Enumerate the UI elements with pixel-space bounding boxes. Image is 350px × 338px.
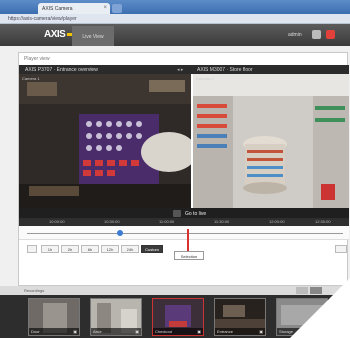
caption-text: Entrance <box>217 329 234 334</box>
range-button-active[interactable]: Custom <box>141 245 163 253</box>
tick-label: 11:00:00 <box>159 219 175 224</box>
browser-tab[interactable]: AXIS Camera × <box>38 3 110 14</box>
selection-tooltip: Selection <box>174 251 204 260</box>
recording-thumbnail[interactable]: Door ▣ <box>28 298 80 336</box>
app-header: AXIS Live View admin <box>0 24 350 46</box>
camera-controls[interactable]: ◂ ▸ <box>177 67 183 73</box>
camera-icon: ▣ <box>197 329 201 334</box>
caption-text: Door <box>31 329 40 334</box>
tick-label: 10:30:00 <box>104 219 120 224</box>
calendar-icon[interactable] <box>27 245 37 253</box>
camera-icon: ▣ <box>135 329 139 334</box>
range-button[interactable]: 6h <box>81 245 99 253</box>
address-text: https://axis-camera/view/player <box>8 16 77 22</box>
video-left-scene <box>19 74 191 208</box>
close-icon[interactable]: × <box>103 5 107 11</box>
tick-label: 10:00:00 <box>49 219 65 224</box>
tick-label: 11:30:00 <box>214 219 230 224</box>
main-content: Player view AXIS P3707 · Entrance overvi… <box>0 46 350 286</box>
expand-icon[interactable] <box>335 245 347 253</box>
timeline-ticks[interactable]: 10:00:00 10:30:00 11:00:00 11:30:00 12:0… <box>19 218 349 226</box>
scrubber[interactable] <box>19 226 349 251</box>
video-left[interactable]: Camera 1 <box>19 74 191 208</box>
thumbnail-caption: Aisle ▣ <box>91 328 141 335</box>
recording-thumbnail-selected[interactable]: Checkout ▣ <box>152 298 204 336</box>
go-to-live-label[interactable]: Go to live <box>185 211 206 217</box>
thumbnail-caption: Door ▣ <box>29 328 79 335</box>
page-curl <box>290 278 350 338</box>
caption-text: Aisle <box>93 329 102 334</box>
recording-thumbnail[interactable]: Aisle ▣ <box>90 298 142 336</box>
scrubber-handle[interactable] <box>117 230 123 236</box>
address-bar[interactable]: https://axis-camera/view/player <box>0 14 350 24</box>
camera-bar: AXIS P3707 · Entrance overview ◂ ▸ AXIS … <box>19 65 349 74</box>
scrubber-track <box>27 233 343 234</box>
logo-text: AXIS <box>44 29 66 40</box>
recordings-label: Recordings <box>24 288 45 293</box>
recording-thumbnail[interactable]: Entrance ▣ <box>214 298 266 336</box>
gear-icon[interactable] <box>312 30 321 39</box>
left-video-label: Camera 1 <box>22 76 40 81</box>
caption-text: Checkout <box>155 329 172 334</box>
camera-icon: ▣ <box>73 329 77 334</box>
player-panel: Player view AXIS P3707 · Entrance overvi… <box>18 52 349 286</box>
tick-label: 12:30:00 <box>315 219 331 224</box>
video-right[interactable]: Camera 2 <box>193 74 349 208</box>
play-button[interactable] <box>173 210 181 217</box>
tick-label: 12:00:00 <box>269 219 285 224</box>
browser-tabbar: AXIS Camera × <box>0 0 350 14</box>
left-camera-name[interactable]: AXIS P3707 · Entrance overview <box>25 67 98 73</box>
new-tab-button[interactable] <box>112 4 122 13</box>
camera-icon: ▣ <box>259 329 263 334</box>
video-right-scene <box>193 74 349 208</box>
range-button[interactable]: 2h <box>61 245 79 253</box>
range-button[interactable]: 1h <box>41 245 59 253</box>
thumbnail-caption: Checkout ▣ <box>153 328 203 335</box>
thumbnail-caption: Entrance ▣ <box>215 328 265 335</box>
range-button[interactable]: 12h <box>101 245 119 253</box>
help-icon[interactable] <box>326 30 335 39</box>
right-camera-name[interactable]: AXIS M3007 · Store floor <box>197 67 253 73</box>
header-tab[interactable]: Live View <box>72 26 114 46</box>
browser-tab-title: AXIS Camera <box>42 6 73 12</box>
timeline-bar: Go to live 10:00:00 10:30:00 11:00:00 11… <box>19 208 349 226</box>
right-video-label: Camera 2 <box>196 76 214 81</box>
range-button[interactable]: 24h <box>121 245 139 253</box>
user-name[interactable]: admin <box>288 32 302 38</box>
breadcrumb: Player view <box>24 56 50 62</box>
